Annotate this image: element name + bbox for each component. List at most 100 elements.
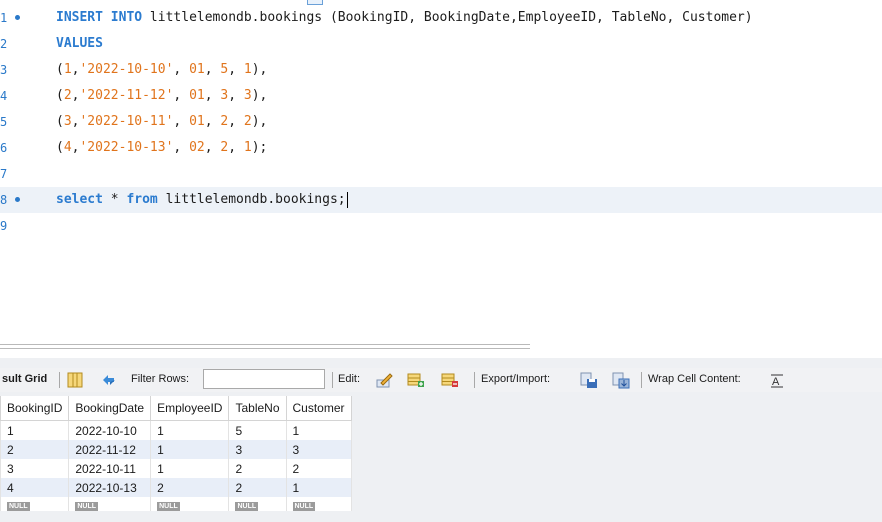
refresh-icon[interactable] bbox=[100, 371, 118, 389]
code-text[interactable]: INSERT INTO littlelemondb.bookings (Book… bbox=[56, 5, 753, 31]
table-cell[interactable]: 2022-10-13 bbox=[68, 478, 152, 497]
table-row[interactable]: 1 2022-10-10 1 5 1 bbox=[0, 420, 352, 440]
table-cell[interactable]: 2022-10-11 bbox=[68, 459, 152, 478]
line-number: 3 bbox=[0, 63, 8, 77]
sql-text: littlelemondb.bookings (BookingID, Booki… bbox=[142, 10, 753, 25]
sql-text: ( bbox=[56, 114, 64, 129]
table-cell[interactable]: 1 bbox=[285, 478, 352, 497]
table-cell[interactable]: 2022-10-10 bbox=[68, 420, 152, 440]
table-row[interactable]: 4 2022-10-13 2 2 1 bbox=[0, 478, 352, 497]
sql-keyword: from bbox=[126, 192, 158, 207]
toolbar-separator bbox=[641, 372, 642, 388]
table-cell[interactable]: 3 bbox=[285, 440, 352, 459]
toolbar-separator bbox=[59, 372, 60, 388]
sql-literal: '2022-10-10' bbox=[79, 62, 174, 77]
sql-text: , bbox=[228, 62, 244, 77]
table-cell[interactable]: NULL bbox=[228, 497, 287, 511]
code-text[interactable]: (2,'2022-11-12', 01, 3, 3), bbox=[56, 83, 267, 109]
panel-splitter[interactable] bbox=[0, 344, 530, 349]
editor-line[interactable]: 6 (4,'2022-10-13', 02, 2, 1); bbox=[0, 135, 882, 161]
export-icon[interactable] bbox=[580, 371, 598, 389]
table-cell[interactable]: NULL bbox=[0, 497, 70, 511]
table-cell[interactable]: 4 bbox=[0, 478, 70, 497]
table-cell[interactable]: 2 bbox=[228, 459, 287, 478]
result-toolbar: sult Grid Filter Rows: Edit: Export/Impo… bbox=[0, 368, 882, 392]
sql-text: , bbox=[173, 88, 190, 103]
editor-line[interactable]: 4 (2,'2022-11-12', 01, 3, 3), bbox=[0, 83, 882, 109]
code-text[interactable]: (1,'2022-10-10', 01, 5, 1), bbox=[56, 57, 267, 83]
filter-rows-label: Filter Rows: bbox=[131, 373, 190, 385]
sql-text: , bbox=[204, 114, 221, 129]
sql-literal: 01 bbox=[189, 62, 205, 77]
table-cell[interactable]: 1 bbox=[0, 420, 70, 440]
editor-line[interactable]: 3 (1,'2022-10-10', 01, 5, 1), bbox=[0, 57, 882, 83]
sql-text: ), bbox=[251, 88, 268, 103]
column-header[interactable]: BookingID bbox=[0, 396, 70, 421]
sql-literal: 4 bbox=[63, 140, 72, 155]
edit-label: Edit: bbox=[338, 373, 361, 385]
delete-row-icon[interactable] bbox=[441, 371, 459, 389]
table-cell[interactable]: 1 bbox=[150, 459, 230, 478]
table-cell[interactable]: 2 bbox=[285, 459, 352, 478]
statement-marker-icon bbox=[15, 197, 20, 202]
editor-line[interactable]: 7 bbox=[0, 161, 882, 187]
edit-row-icon[interactable] bbox=[376, 371, 394, 389]
table-cell[interactable]: 2022-11-12 bbox=[68, 440, 152, 459]
column-header[interactable]: TableNo bbox=[228, 396, 287, 421]
sql-text: ); bbox=[251, 140, 268, 155]
result-grid[interactable]: BookingID BookingDate EmployeeID TableNo Cus… bbox=[0, 396, 352, 511]
code-text[interactable]: (4,'2022-10-13', 02, 2, 1); bbox=[56, 135, 267, 161]
code-text[interactable]: select * from littlelemondb.bookings; bbox=[56, 187, 348, 213]
sql-keyword: VALUES bbox=[56, 36, 103, 51]
code-text[interactable]: (3,'2022-10-11', 01, 2, 2), bbox=[56, 109, 267, 135]
null-badge: NULL bbox=[75, 502, 99, 511]
code-text[interactable]: VALUES bbox=[56, 31, 103, 57]
add-row-icon[interactable] bbox=[407, 371, 425, 389]
table-cell[interactable]: 2 bbox=[228, 478, 287, 497]
grid-body: 1 2022-10-10 1 5 1 2 2022-11-12 1 3 3 3 2022-10-11 1… bbox=[0, 420, 352, 511]
line-number: 5 bbox=[0, 115, 8, 129]
wrap-content-icon[interactable]: A bbox=[768, 371, 786, 389]
column-header[interactable]: BookingDate bbox=[68, 396, 152, 421]
filter-rows-input[interactable] bbox=[203, 369, 325, 389]
null-badge: NULL bbox=[235, 502, 259, 511]
sql-literal: 2 bbox=[63, 88, 72, 103]
line-number: 2 bbox=[0, 37, 8, 51]
sql-text: , bbox=[204, 140, 221, 155]
table-cell[interactable]: 2 bbox=[0, 440, 70, 459]
table-row[interactable]: 3 2022-10-11 1 2 2 bbox=[0, 459, 352, 478]
table-cell[interactable]: 2 bbox=[150, 478, 230, 497]
result-grid-tab[interactable]: sult Grid bbox=[2, 373, 47, 385]
sql-keyword: select bbox=[56, 192, 103, 207]
table-cell[interactable]: 1 bbox=[285, 420, 352, 440]
sql-text: , bbox=[173, 114, 190, 129]
editor-line[interactable]: 1 INSERT INTO littlelemondb.bookings (Boo… bbox=[0, 5, 882, 31]
table-cell[interactable]: 1 bbox=[150, 440, 230, 459]
sql-literal: 01 bbox=[189, 114, 205, 129]
sql-text: , bbox=[228, 140, 244, 155]
editor-line[interactable]: 8 select * from littlelemondb.bookings; bbox=[0, 187, 882, 213]
editor-line[interactable]: 5 (3,'2022-10-11', 01, 2, 2), bbox=[0, 109, 882, 135]
line-number: 1 bbox=[0, 11, 8, 25]
sql-text: , bbox=[228, 88, 244, 103]
import-icon[interactable] bbox=[612, 371, 630, 389]
column-header[interactable]: Customer bbox=[285, 396, 352, 421]
sql-text: ( bbox=[56, 88, 64, 103]
table-cell[interactable]: 3 bbox=[228, 440, 287, 459]
sql-editor[interactable]: 1 INSERT INTO littlelemondb.bookings (Boo… bbox=[0, 0, 882, 340]
editor-line[interactable]: 9 bbox=[0, 213, 882, 239]
table-row[interactable]: 2 2022-11-12 1 3 3 bbox=[0, 440, 352, 459]
table-cell[interactable]: NULL bbox=[68, 497, 152, 511]
line-number: 4 bbox=[0, 89, 8, 103]
sql-keyword: INSERT bbox=[56, 10, 103, 25]
table-cell[interactable]: NULL bbox=[285, 497, 352, 511]
table-cell[interactable]: 3 bbox=[0, 459, 70, 478]
column-header[interactable]: EmployeeID bbox=[150, 396, 230, 421]
new-row-placeholder[interactable]: NULL NULL NULL NULL NULL bbox=[0, 497, 352, 511]
table-cell[interactable]: 1 bbox=[150, 420, 230, 440]
editor-line[interactable]: 2 VALUES bbox=[0, 31, 882, 57]
table-cell[interactable]: 5 bbox=[228, 420, 287, 440]
table-cell[interactable]: NULL bbox=[150, 497, 230, 511]
statement-marker-icon bbox=[15, 15, 20, 20]
grid-view-icon[interactable] bbox=[66, 371, 84, 389]
